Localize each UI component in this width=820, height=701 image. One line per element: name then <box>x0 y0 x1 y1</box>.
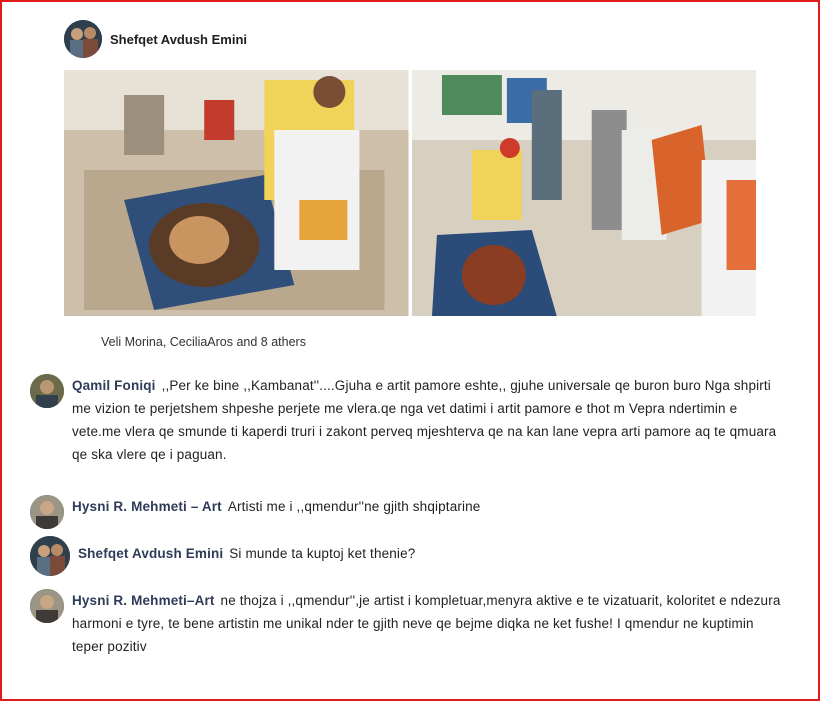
commenter-avatar[interactable] <box>30 536 70 576</box>
comment: Qamil Foniqi ,,Per ke bine ,,Kambanat''..… <box>30 374 784 466</box>
comment-body: Hysni R. Mehmeti–Art ne thojza i ,,qmendu… <box>72 589 784 658</box>
comment-text: Artisti me i ,,qmendur''ne gjith shqipta… <box>227 499 481 514</box>
comment-body: Hysni R. Mehmeti – Art Artisti me i ,,qme… <box>72 495 784 518</box>
reactions-summary[interactable]: Veli Morina, CeciliaAros and 8 athers <box>101 335 306 349</box>
post-photo-right[interactable] <box>411 70 756 316</box>
commenter-name[interactable]: Qamil Foniqi <box>72 378 156 393</box>
commenter-avatar[interactable] <box>30 495 64 529</box>
commenter-name[interactable]: Hysni R. Mehmeti–Art <box>72 593 215 608</box>
post-header: Shefqet Avdush Emini <box>64 20 247 58</box>
post-author-name[interactable]: Shefqet Avdush Emini <box>110 32 247 47</box>
comment: Shefqet Avdush Emini Si munde ta kuptoj k… <box>30 536 790 576</box>
comment-text: Si munde ta kuptoj ket thenie? <box>229 546 416 561</box>
commenter-avatar[interactable] <box>30 589 64 623</box>
post-photos <box>64 70 756 316</box>
comment: Hysni R. Mehmeti–Art ne thojza i ,,qmendu… <box>30 589 784 658</box>
post-photo-left[interactable] <box>64 70 409 316</box>
comment-body: Shefqet Avdush Emini Si munde ta kuptoj k… <box>78 542 790 565</box>
commenter-name[interactable]: Hysni R. Mehmeti – Art <box>72 499 222 514</box>
comment-body: Qamil Foniqi ,,Per ke bine ,,Kambanat''..… <box>72 374 784 466</box>
commenter-name[interactable]: Shefqet Avdush Emini <box>78 546 223 561</box>
post-author-avatar[interactable] <box>64 20 102 58</box>
commenter-avatar[interactable] <box>30 374 64 408</box>
comment-text: ,,Per ke bine ,,Kambanat''....Gjuha e ar… <box>72 378 777 462</box>
comment: Hysni R. Mehmeti – Art Artisti me i ,,qme… <box>30 495 784 529</box>
